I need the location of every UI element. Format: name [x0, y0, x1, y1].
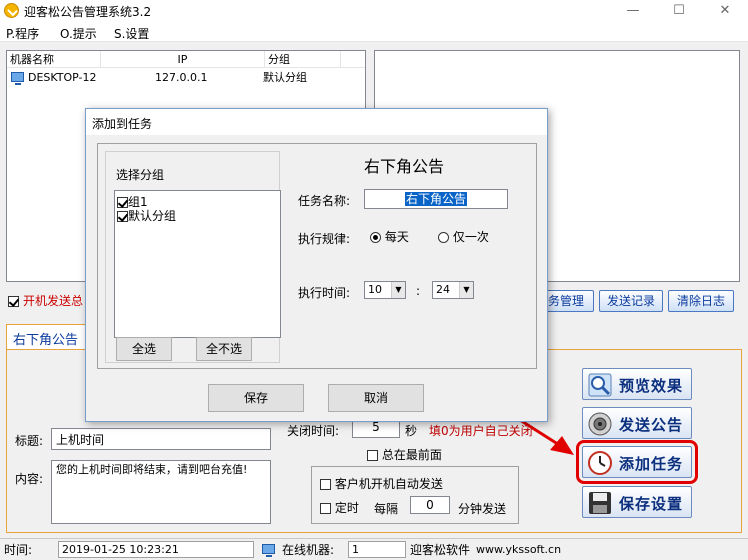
auto-send-checkbox[interactable] — [8, 296, 19, 307]
task-name-input[interactable]: 右下角公告 — [364, 189, 508, 209]
status-website[interactable]: www.ykssoft.cn — [476, 541, 561, 559]
dialog-cancel-button[interactable]: 取消 — [328, 384, 424, 412]
status-online-label: 在线机器: — [282, 543, 335, 557]
rule-daily-label: 每天 — [384, 230, 409, 244]
status-company: 迎客松软件 — [410, 543, 471, 557]
rule-daily-option[interactable]: 每天 — [370, 228, 409, 245]
timed-send-option[interactable]: 定时 — [320, 499, 359, 516]
minute-select[interactable]: 24 ▼ — [432, 281, 474, 299]
select-all-button[interactable]: 全选 — [116, 337, 172, 361]
title-label: 标题: — [15, 434, 44, 448]
default-group-label: 默认分组 — [128, 209, 177, 223]
add-task-button[interactable]: 添加任务 — [576, 440, 698, 484]
machine-ip-cell: 127.0.0.1 — [155, 71, 208, 84]
send-log-button[interactable]: 发送记录 — [599, 290, 663, 312]
exec-time-label: 执行时间: — [298, 286, 351, 300]
send-options-box: 客户机开机自动发送 定时 每隔 0 分钟发送 — [311, 466, 519, 524]
status-bar: 时间: 2019-01-25 10:23:21 在线机器: 1 迎客松软件 ww… — [0, 538, 748, 560]
rule-once-radio[interactable] — [438, 232, 449, 243]
column-ip[interactable]: IP — [101, 51, 265, 68]
client-boot-send-checkbox[interactable] — [320, 479, 331, 490]
timed-send-checkbox[interactable] — [320, 503, 331, 514]
window-title: 迎客松公告管理系统3.2 — [24, 5, 152, 19]
minute-value: 24 — [436, 283, 450, 296]
dialog-save-button[interactable]: 保存 — [208, 384, 304, 412]
app-logo-icon — [4, 3, 19, 18]
auto-send-label: 开机发送总 — [23, 294, 84, 308]
default-group-checkbox[interactable] — [117, 211, 128, 222]
clear-log-button[interactable]: 清除日志 — [668, 290, 734, 312]
chevron-down-icon[interactable]: ▼ — [459, 282, 473, 298]
group-list[interactable]: 组1 默认分组 — [114, 190, 281, 338]
maximize-button[interactable]: ☐ — [656, 0, 702, 22]
interval-unit: 分钟发送 — [458, 502, 507, 516]
task-name-label: 任务名称: — [298, 194, 351, 208]
group-section-label: 选择分组 — [116, 168, 165, 182]
speaker-icon — [588, 412, 612, 436]
add-to-task-dialog: 添加到任务 选择分组 组1 默认分组 全选 全不选 右下角公告 任务名称: 右下… — [85, 108, 548, 422]
rule-label: 执行规律: — [298, 232, 351, 246]
online-computer-icon — [262, 544, 275, 557]
title-bar: 迎客松公告管理系统3.2 — ☐ ✕ — [0, 0, 748, 22]
client-boot-send-label: 客户机开机自动发送 — [334, 477, 443, 491]
status-time-value: 2019-01-25 10:23:21 — [58, 541, 254, 558]
chevron-down-icon[interactable]: ▼ — [391, 282, 405, 298]
floppy-disk-icon — [589, 492, 611, 514]
menu-tips[interactable]: O.提示 — [60, 25, 97, 42]
select-none-button[interactable]: 全不选 — [196, 337, 252, 361]
dialog-title-bar: 添加到任务 — [86, 109, 547, 135]
dialog-heading: 右下角公告 — [364, 157, 445, 176]
column-machine-name[interactable]: 机器名称 — [7, 51, 101, 68]
interval-input[interactable]: 0 — [410, 496, 450, 514]
add-task-button-label: 添加任务 — [619, 455, 684, 473]
clock-icon — [588, 451, 612, 475]
computer-icon — [11, 72, 24, 85]
content-label: 内容: — [15, 472, 44, 486]
dialog-title: 添加到任务 — [92, 117, 153, 131]
client-boot-send-option[interactable]: 客户机开机自动发送 — [320, 475, 443, 492]
minimize-button[interactable]: — — [610, 0, 656, 22]
rule-once-label: 仅一次 — [452, 230, 489, 244]
menu-program[interactable]: P.程序 — [6, 25, 39, 42]
rule-once-option[interactable]: 仅一次 — [438, 228, 489, 245]
tab-bottom-right-notice[interactable]: 右下角公告 — [6, 324, 88, 350]
task-name-selected-text: 右下角公告 — [404, 192, 467, 206]
list-item[interactable]: 默认分组 — [117, 207, 176, 224]
group-select-box: 选择分组 组1 默认分组 — [105, 151, 281, 363]
send-notice-button[interactable]: 发送公告 — [582, 407, 692, 439]
time-separator: : — [416, 284, 421, 298]
machine-group-cell: 默认分组 — [263, 71, 307, 84]
timed-send-label: 定时 — [334, 501, 359, 515]
tab-label: 右下角公告 — [13, 333, 79, 348]
status-online-value: 1 — [348, 541, 406, 558]
machine-name-cell: DESKTOP-12 — [28, 71, 97, 84]
close-button[interactable]: ✕ — [702, 0, 748, 22]
hour-value: 10 — [368, 283, 382, 296]
send-notice-button-label: 发送公告 — [619, 416, 684, 434]
menu-settings[interactable]: S.设置 — [114, 25, 149, 42]
dialog-body: 选择分组 组1 默认分组 全选 全不选 右下角公告 任务名称: 右下角公告 执行… — [97, 143, 537, 369]
preview-button[interactable]: 预览效果 — [582, 368, 692, 400]
save-settings-button-label: 保存设置 — [619, 495, 684, 513]
save-settings-button[interactable]: 保存设置 — [582, 486, 692, 518]
preview-button-label: 预览效果 — [619, 377, 684, 395]
menu-bar: P.程序 O.提示 S.设置 — [0, 22, 748, 42]
table-row[interactable]: DESKTOP-12 127.0.0.1 默认分组 — [7, 69, 365, 86]
interval-label: 每隔 — [374, 502, 399, 516]
rule-daily-radio[interactable] — [370, 232, 381, 243]
status-time-label: 时间: — [4, 543, 33, 557]
title-input[interactable]: 上机时间 — [51, 428, 271, 450]
auto-send-option[interactable]: 开机发送总 — [8, 292, 83, 309]
hour-select[interactable]: 10 ▼ — [364, 281, 406, 299]
magnifier-icon — [588, 373, 612, 397]
content-textarea[interactable]: 您的上机时间即将结束，请到吧台充值! — [51, 460, 271, 524]
machine-list-header: 机器名称 IP 分组 — [7, 51, 365, 68]
close-time-label: 关闭时间: — [287, 424, 340, 438]
column-group[interactable]: 分组 — [265, 51, 341, 68]
